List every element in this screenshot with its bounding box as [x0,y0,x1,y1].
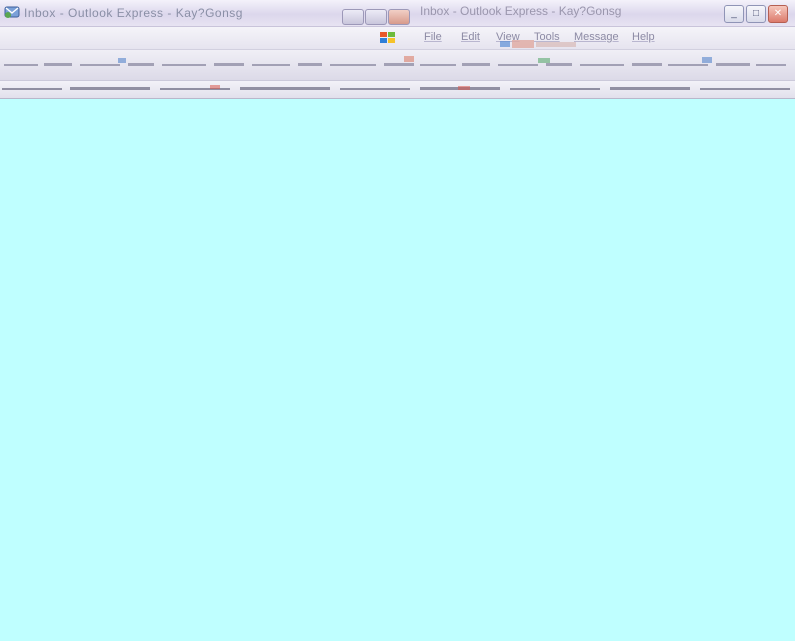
window-title: Inbox - Outlook Express - Kay?Gonsg [24,6,243,20]
folder-bar [0,81,795,99]
toolbar [0,50,795,81]
maximize-icon: □ [752,8,760,19]
toolbar-buttons-strip[interactable] [0,50,795,80]
menu-file[interactable]: File [424,31,442,43]
quick-access-button[interactable] [342,9,364,25]
main-content-area[interactable] [0,99,795,641]
maximize-button[interactable]: □ [746,5,766,23]
folder-bar-strip [2,85,790,90]
minimize-icon: _ [731,8,737,19]
close-icon: ✕ [773,8,783,19]
menu-bar: File Edit View Tools Message Help [0,27,795,50]
menu-edit[interactable]: Edit [461,31,480,43]
quick-access-button[interactable] [388,9,410,25]
outlook-express-icon[interactable] [4,4,20,20]
windows-flag-icon [380,32,395,43]
window-title-ghost: Inbox - Outlook Express - Kay?Gonsg [420,4,622,18]
brand-smudge-graphic [500,40,576,48]
menu-help[interactable]: Help [632,31,655,43]
close-button[interactable]: ✕ [768,5,788,23]
title-bar: Inbox - Outlook Express - Kay?Gonsg Inbo… [0,0,795,27]
minimize-button[interactable]: _ [724,5,744,23]
quick-access-button[interactable] [365,9,387,25]
